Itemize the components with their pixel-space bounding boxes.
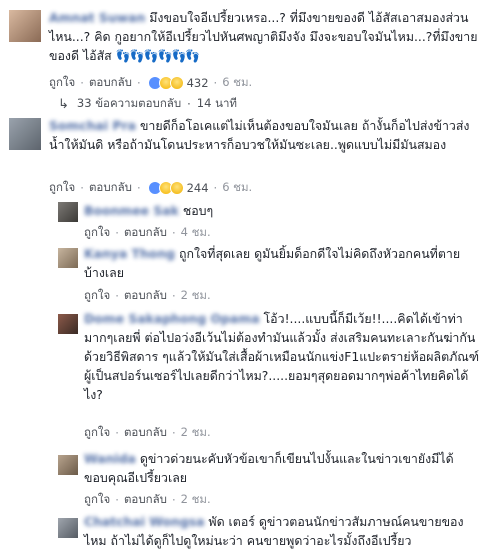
replies-time: 14 นาที [196, 96, 237, 110]
separator-dot: · [115, 493, 119, 507]
reaction-count: 244 [186, 181, 209, 195]
separator-dot: · [171, 493, 176, 507]
reply-button[interactable]: ตอบกลับ [124, 424, 167, 442]
comment-time[interactable]: 4 ชม. [181, 224, 211, 242]
avatar[interactable] [58, 202, 78, 222]
separator-dot: · [80, 76, 84, 90]
footprints-emoji: 👣👣👣👣👣👣 [115, 49, 201, 63]
comment-author[interactable]: Dome Sakaphong Opama [84, 309, 260, 328]
comment-author[interactable]: Kanya Thong [84, 244, 175, 263]
separator-dot: · [187, 97, 191, 111]
comment-author[interactable]: Boonmee Sak [84, 201, 179, 220]
separator-dot: · [171, 289, 176, 303]
reply-button[interactable]: ตอบกลับ [89, 179, 132, 197]
separator-dot: · [80, 181, 84, 195]
comment-time[interactable]: 6 ชม. [222, 179, 252, 197]
reply-button[interactable]: ตอบกลับ [89, 74, 132, 92]
separator-dot: · [115, 226, 119, 240]
reaction-count: 432 [186, 76, 209, 90]
comment-author[interactable]: Somchai Pra [49, 116, 136, 135]
avatar[interactable] [58, 518, 78, 538]
comment-author[interactable]: Wanida [84, 449, 136, 468]
view-replies-link[interactable]: ↳ 33 ข้อความตอบกลับ · 14 นาที [58, 95, 237, 113]
wow-reaction-icon [169, 181, 184, 195]
avatar[interactable] [58, 314, 78, 334]
reply-arrow-icon: ↳ [58, 96, 69, 112]
separator-dot: · [136, 181, 141, 195]
separator-dot: · [171, 226, 176, 240]
reaction-summary[interactable]: 244 [147, 181, 209, 195]
comment-text: ดูข่าวด่วยนะคับหัวข้อเขาก็เขียนไปงั้นและ… [84, 451, 454, 485]
like-button[interactable]: ถูกใจ [84, 424, 110, 442]
separator-dot: · [213, 76, 218, 90]
avatar[interactable] [58, 455, 78, 475]
like-button[interactable]: ถูกใจ [84, 491, 110, 509]
reply-button[interactable]: ตอบกลับ [124, 491, 167, 509]
avatar[interactable] [9, 118, 41, 150]
wow-reaction-icon [169, 76, 184, 90]
comment-time[interactable]: 2 ชม. [181, 424, 211, 442]
separator-dot: · [136, 76, 141, 90]
comment-author[interactable]: Chatchai Wongsa [84, 512, 204, 531]
separator-dot: · [115, 426, 119, 440]
like-button[interactable]: ถูกใจ [84, 287, 110, 305]
replies-count-text[interactable]: 33 ข้อความตอบกลับ [77, 95, 181, 113]
comment-author[interactable]: Amnat Suwan [49, 8, 145, 27]
avatar[interactable] [58, 248, 78, 268]
separator-dot: · [213, 181, 218, 195]
reaction-summary[interactable]: 432 [147, 76, 209, 90]
reply-button[interactable]: ตอบกลับ [124, 224, 167, 242]
like-button[interactable]: ถูกใจ [49, 74, 75, 92]
comment-time[interactable]: 6 ชม. [222, 74, 252, 92]
reply-button[interactable]: ตอบกลับ [124, 287, 167, 305]
separator-dot: · [171, 426, 176, 440]
avatar[interactable] [9, 10, 41, 42]
comment-text: ชอบๆ [182, 203, 214, 218]
like-button[interactable]: ถูกใจ [84, 224, 110, 242]
separator-dot: · [115, 289, 119, 303]
comment-time[interactable]: 2 ชม. [181, 491, 211, 509]
like-button[interactable]: ถูกใจ [49, 179, 75, 197]
comment-time[interactable]: 2 ชม. [181, 287, 211, 305]
